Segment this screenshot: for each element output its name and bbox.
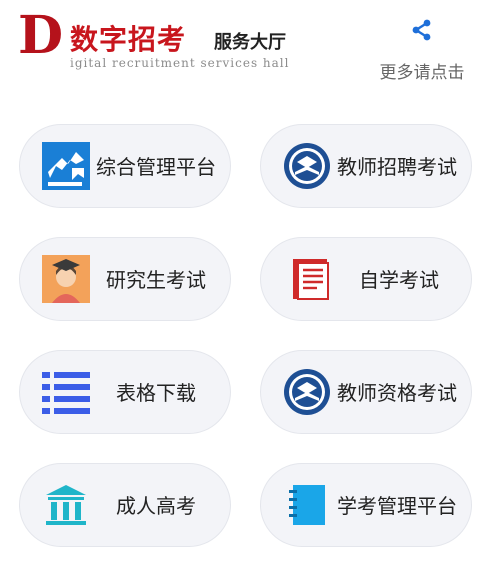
tile-form-download[interactable]: 表格下载 (19, 350, 231, 434)
tile-label: 综合管理平台 (96, 155, 216, 179)
tile-label: 自学考试 (359, 268, 439, 292)
tile-teacher-recruitment[interactable]: 教师招聘考试 (260, 124, 472, 208)
tile-label: 教师资格考试 (337, 381, 457, 405)
list-icon (42, 372, 90, 414)
document-icon (293, 259, 329, 300)
building-icon (46, 485, 86, 525)
tile-label: 学考管理平台 (337, 494, 457, 518)
emblem-icon (284, 369, 330, 415)
share-button[interactable]: 更多请点击 (364, 14, 480, 84)
tile-label: 成人高考 (116, 494, 196, 518)
tile-academic-exam-platform[interactable]: 学考管理平台 (260, 463, 472, 547)
header: D 数字招考 服务大厅 igital recruitment services … (0, 0, 495, 90)
share-label[interactable]: 更多请点击 (364, 58, 480, 83)
tile-teacher-qualification[interactable]: 教师资格考试 (260, 350, 472, 434)
tile-self-study-exam[interactable]: 自学考试 (260, 237, 472, 321)
tile-label: 研究生考试 (106, 268, 206, 292)
tile-comprehensive-management[interactable]: 综合管理平台 (19, 124, 231, 208)
tile-graduate-exam[interactable]: 研究生考试 (19, 237, 231, 321)
tile-label: 表格下载 (116, 381, 196, 405)
logo-subtitle: 服务大厅 (214, 32, 286, 53)
tile-adult-college-exam[interactable]: 成人高考 (19, 463, 231, 547)
notebook-icon (289, 485, 325, 525)
graduate-icon (42, 255, 90, 303)
emblem-icon (284, 143, 330, 189)
tile-label: 教师招聘考试 (337, 155, 457, 179)
share-icon[interactable] (410, 18, 434, 42)
logo-english: igital recruitment services hall (70, 56, 290, 70)
arrows-icon (42, 142, 90, 190)
logo[interactable]: D 数字招考 服务大厅 igital recruitment services … (18, 6, 308, 72)
logo-title: 数字招考 (70, 23, 187, 56)
logo-letter: D (18, 5, 64, 66)
